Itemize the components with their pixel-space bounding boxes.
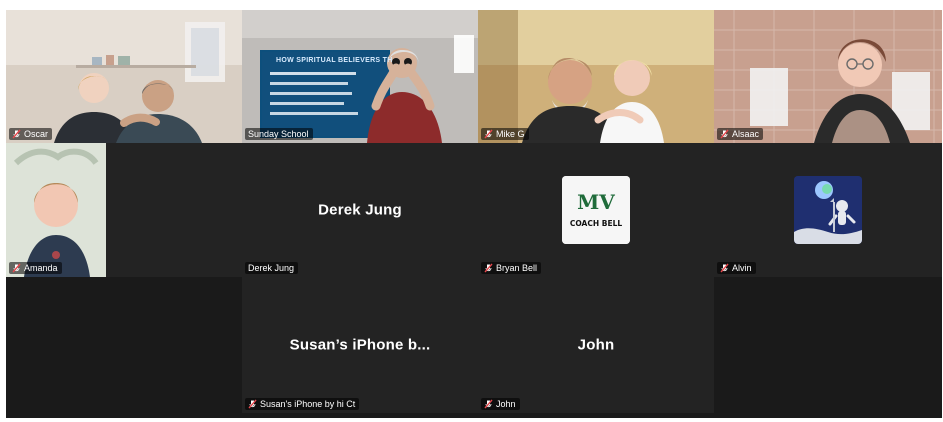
participant-label: John xyxy=(481,398,520,410)
video-frame-illustration xyxy=(714,10,942,143)
participant-name: John xyxy=(496,399,516,409)
astronaut-avatar-icon xyxy=(794,176,862,244)
participant-name: Bryan Bell xyxy=(496,263,538,273)
participant-tile-bryan-bell[interactable]: MV COACH BELL Bryan Bell xyxy=(478,143,714,277)
slide-title: HOW SPIRITUAL BELIEVERS TH xyxy=(276,57,393,64)
coach-bell-logo: MV COACH BELL xyxy=(562,176,630,244)
participant-tile-susans-iphone[interactable]: Susan’s iPhone b... Susan's iPhone by hi… xyxy=(242,277,478,413)
mic-muted-icon xyxy=(720,263,729,273)
participant-avatar xyxy=(794,176,862,244)
participant-name: Alvin xyxy=(732,263,752,273)
mic-muted-icon xyxy=(12,129,21,139)
participant-name: Mike G xyxy=(496,129,525,139)
participant-name: Amanda xyxy=(24,263,58,273)
video-frame-illustration xyxy=(6,10,242,143)
mic-muted-icon xyxy=(720,129,729,139)
mic-muted-icon xyxy=(248,399,257,409)
participant-label: Amanda xyxy=(9,262,62,274)
participant-tile-john[interactable]: John John xyxy=(478,277,714,413)
participant-name: Alsaac xyxy=(732,129,760,139)
participant-label: Susan's iPhone by hi Ct xyxy=(245,398,360,410)
participant-label: Alvin xyxy=(717,262,756,274)
participant-label: Mike G xyxy=(481,128,529,140)
video-frame-illustration xyxy=(242,10,478,143)
mic-muted-icon xyxy=(484,129,493,139)
participant-tile-mike-g[interactable]: Mike G xyxy=(478,10,714,143)
participant-display-name: John xyxy=(577,336,615,354)
video-gallery: Oscar HOW SPIRITUAL BELIEVERS TH Sunday … xyxy=(6,10,942,418)
participant-label: Alsaac xyxy=(717,128,764,140)
video-feed xyxy=(6,143,106,277)
participant-label: Derek Jung xyxy=(245,262,299,274)
participant-tile-alvin[interactable]: Alvin xyxy=(714,143,942,277)
participant-name: Susan's iPhone by hi Ct xyxy=(260,399,356,409)
participant-name: Oscar xyxy=(24,129,49,139)
mic-muted-icon xyxy=(484,263,493,273)
participant-label: Oscar xyxy=(9,128,53,140)
participant-tile-sunday-school[interactable]: HOW SPIRITUAL BELIEVERS TH Sunday School xyxy=(242,10,478,143)
participant-tile-amanda[interactable]: Amanda xyxy=(6,143,242,277)
mic-muted-icon xyxy=(484,399,493,409)
participant-avatar: MV COACH BELL xyxy=(562,176,630,244)
participant-tile-derek-jung[interactable]: Derek Jung Derek Jung xyxy=(242,143,478,277)
participant-display-name: Derek Jung xyxy=(318,201,402,219)
logo-initials: MV xyxy=(577,190,615,214)
participant-label: Sunday School xyxy=(245,128,313,140)
video-frame-illustration xyxy=(6,143,106,277)
logo-subtitle: COACH BELL xyxy=(570,219,622,228)
participant-name: Derek Jung xyxy=(248,263,295,273)
participant-label: Bryan Bell xyxy=(481,262,542,274)
video-frame-illustration xyxy=(478,10,714,143)
participant-display-name: Susan’s iPhone b... xyxy=(289,336,431,354)
mic-muted-icon xyxy=(12,263,21,273)
video-feed: HOW SPIRITUAL BELIEVERS TH xyxy=(242,10,478,143)
video-feed xyxy=(478,10,714,143)
video-feed xyxy=(714,10,942,143)
participant-tile-oscar[interactable]: Oscar xyxy=(6,10,242,143)
participant-name: Sunday School xyxy=(248,129,309,139)
video-feed xyxy=(6,10,242,143)
participant-tile-alsaac[interactable]: Alsaac xyxy=(714,10,942,143)
